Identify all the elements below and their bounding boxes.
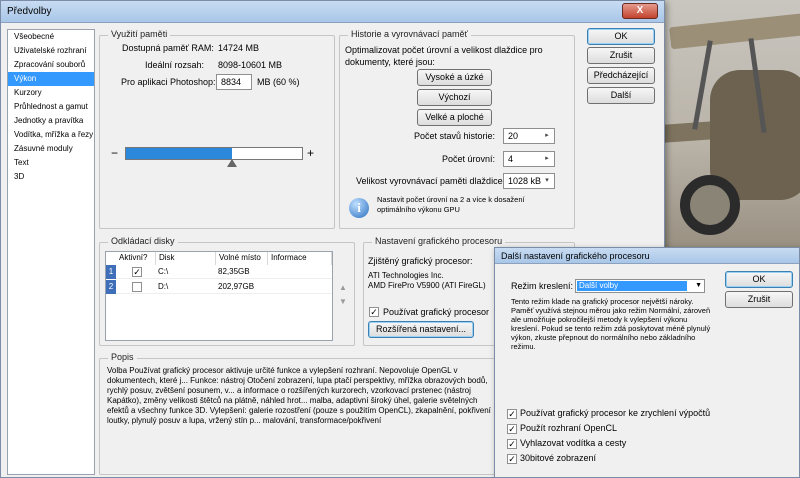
row-number: 1	[106, 265, 116, 279]
gpu-compute-option[interactable]: ✓ Používat grafický procesor ke zrychlení…	[507, 408, 710, 420]
description-text: Volba Používat grafický procesor aktivuj…	[107, 366, 491, 425]
drawing-mode-select[interactable]: Další volby ▼	[575, 279, 705, 293]
advanced-gpu-dialog: Další nastavení grafického procesoru Rež…	[494, 247, 800, 478]
ok-button[interactable]: OK	[587, 28, 655, 45]
row-number: 2	[106, 280, 116, 294]
active-checkbox[interactable]: ✓	[132, 267, 142, 277]
sidebar-item-interface[interactable]: Uživatelské rozhraní	[8, 44, 94, 58]
dialog-cancel-button[interactable]: Zrušit	[725, 291, 793, 308]
cache-levels-label: Počet úrovní:	[442, 154, 496, 164]
sidebar-item-cursors[interactable]: Kurzory	[8, 86, 94, 100]
sidebar-item-performance[interactable]: Výkon	[8, 72, 94, 86]
sidebar-item-units[interactable]: Jednotky a pravítka	[8, 114, 94, 128]
opencl-label: Použít rozhraní OpenCL	[520, 423, 618, 433]
gpu-vendor: ATI Technologies Inc.	[368, 271, 444, 280]
use-gpu-checkbox[interactable]: ✓	[369, 307, 379, 317]
free-space: 82,35GB	[218, 267, 250, 276]
memory-usage-title: Využití paměti	[108, 29, 171, 39]
history-states-label: Počet stavů historie:	[414, 131, 496, 141]
free-space: 202,97GB	[218, 282, 255, 291]
slider-minus-icon: −	[111, 146, 119, 160]
history-description: Optimalizovat počet úrovní a velikost dl…	[345, 45, 543, 67]
window-title: Předvolby	[1, 1, 664, 23]
active-checkbox[interactable]	[132, 282, 142, 292]
column-header[interactable]: Disk	[156, 252, 216, 265]
column-header[interactable]: Aktivní?	[116, 252, 156, 265]
photoshop-memory-unit: MB (60 %)	[257, 77, 300, 87]
history-states-value: 20	[508, 131, 519, 141]
description-title: Popis	[108, 352, 137, 362]
move-up-icon[interactable]: ▲	[339, 283, 347, 292]
cache-levels-value: 4	[508, 154, 514, 164]
tile-size-label: Velikost vyrovnávací paměti dlaždice:	[356, 176, 506, 186]
available-ram-label: Dostupná paměť RAM:	[122, 43, 214, 53]
chevron-down-icon: ▼	[695, 282, 702, 289]
gpu-settings-title: Nastavení grafického procesoru	[372, 236, 506, 246]
table-row[interactable]: 1 ✓ C:\ 82,35GB	[106, 265, 332, 279]
use-gpu-label: Používat grafický procesor	[383, 307, 490, 317]
tall-thin-button[interactable]: Vysoké a úzké	[417, 69, 492, 86]
sidebar-item-3d[interactable]: 3D	[8, 170, 94, 184]
memory-slider-fill	[126, 148, 232, 159]
chevron-down-icon: ▾	[545, 177, 549, 184]
photoshop-memory-label: Pro aplikaci Photoshop:	[121, 77, 216, 87]
history-states-select[interactable]: 20 ▸	[503, 128, 555, 144]
disk-name: D:\	[158, 282, 169, 291]
photoshop-memory-input[interactable]: 8834	[216, 74, 252, 90]
history-cache-title: Historie a vyrovnávací paměť	[348, 29, 471, 39]
tile-size-select[interactable]: 1028 kB ▾	[503, 173, 555, 189]
sidebar-item-type[interactable]: Text	[8, 156, 94, 170]
sidebar-item-transparency[interactable]: Průhlednost a gamut	[8, 100, 94, 114]
30bit-option[interactable]: ✓ 30bitové zobrazení	[507, 453, 596, 465]
gpu-model: AMD FirePro V5900 (ATI FireGL)	[368, 281, 486, 290]
scratch-disks-title: Odkládací disky	[108, 236, 178, 246]
memory-usage-group: Využití paměti	[99, 29, 335, 229]
chevron-right-icon: ▸	[545, 155, 549, 162]
ideal-range-value: 8098-10601 MB	[218, 60, 283, 70]
big-flat-button[interactable]: Velké a ploché	[417, 109, 492, 126]
info-icon: i	[349, 198, 369, 218]
column-header[interactable]: Volné místo	[216, 252, 268, 265]
antialias-checkbox[interactable]: ✓	[507, 438, 517, 449]
dialog-title: Další nastavení grafického procesoru	[495, 248, 799, 264]
slider-plus-icon: +	[307, 146, 315, 160]
drawing-mode-label: Režim kreslení:	[511, 281, 574, 291]
drawing-mode-description: Tento režim klade na grafický procesor n…	[511, 297, 711, 351]
available-ram-value: 14724 MB	[218, 43, 260, 53]
sidebar-item-plugins[interactable]: Zásuvné moduly	[8, 142, 94, 156]
default-button[interactable]: Výchozí	[417, 89, 492, 106]
gpu-level-note: Nastavit počet úrovní na 2 a více k dosa…	[377, 195, 525, 214]
disk-name: C:\	[158, 267, 169, 276]
sidebar-item-guides[interactable]: Vodítka, mřížka a řezy	[8, 128, 94, 142]
memory-slider[interactable]	[125, 147, 303, 160]
drawing-mode-value: Další volby	[577, 281, 687, 291]
dialog-ok-button[interactable]: OK	[725, 271, 793, 288]
opencl-option[interactable]: ✓ Použít rozhraní OpenCL	[507, 423, 617, 435]
cancel-button[interactable]: Zrušit	[587, 47, 655, 64]
gpu-compute-checkbox[interactable]: ✓	[507, 408, 517, 419]
30bit-checkbox[interactable]: ✓	[507, 453, 517, 464]
ideal-range-label: Ideální rozsah:	[145, 60, 205, 70]
previous-button[interactable]: Předcházející	[587, 67, 655, 84]
next-button[interactable]: Další	[587, 87, 655, 104]
close-button[interactable]: X	[622, 3, 658, 19]
advanced-settings-button[interactable]: Rozšířená nastavení...	[368, 321, 474, 338]
antialias-label: Vyhlazovat vodítka a cesty	[520, 438, 627, 448]
antialias-option[interactable]: ✓ Vyhlazovat vodítka a cesty	[507, 438, 626, 450]
sidebar-item-general[interactable]: Všeobecné	[8, 30, 94, 44]
table-row[interactable]: 2 D:\ 202,97GB	[106, 280, 332, 294]
tile-size-value: 1028 kB	[508, 176, 542, 186]
detected-gpu-label: Zjištěný grafický procesor:	[368, 256, 473, 266]
gpu-compute-label: Používat grafický procesor ke zrychlení …	[520, 408, 711, 418]
30bit-label: 30bitové zobrazení	[520, 453, 597, 463]
opencl-checkbox[interactable]: ✓	[507, 423, 517, 434]
cache-levels-select[interactable]: 4 ▸	[503, 151, 555, 167]
chevron-right-icon: ▸	[545, 132, 549, 139]
preferences-sidebar: Všeobecné Uživatelské rozhraní Zpracován…	[7, 29, 95, 475]
move-down-icon[interactable]: ▼	[339, 297, 347, 306]
sidebar-item-file-handling[interactable]: Zpracování souborů	[8, 58, 94, 72]
column-header[interactable]: Informace	[268, 252, 332, 265]
scratch-disks-table: Aktivní? Disk Volné místo Informace 1 ✓ …	[105, 251, 333, 341]
memory-slider-thumb[interactable]	[226, 159, 237, 167]
